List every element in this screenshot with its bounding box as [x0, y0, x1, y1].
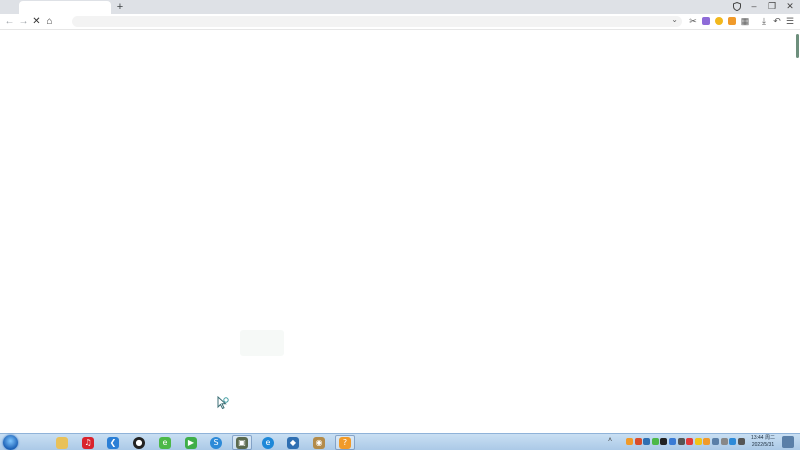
shield-icon[interactable] [729, 0, 745, 14]
file-explorer-icon [56, 436, 68, 449]
taskbar-app-button[interactable]: ◉ [309, 435, 329, 450]
clock-time: 13:44 周二 [751, 435, 775, 441]
stop-loading-button[interactable]: ✕ [30, 15, 43, 28]
tray-icon[interactable] [729, 438, 736, 445]
close-window-button[interactable]: ✕ [782, 0, 798, 14]
download-icon[interactable]: ⤓ [758, 15, 770, 28]
undo-icon[interactable]: ↶ [771, 15, 783, 28]
start-button[interactable] [3, 435, 18, 450]
clock-date: 2022/5/31 [751, 442, 775, 448]
media-player-icon: ▶ [185, 436, 197, 449]
extension-purple-icon[interactable] [702, 17, 710, 25]
taskbar-app-button[interactable]: ▶ [181, 435, 201, 450]
taskbar-app-button[interactable]: e [258, 435, 278, 450]
tray-icon[interactable] [635, 438, 642, 445]
taskbar-app-button[interactable]: e [155, 435, 175, 450]
owl-app-icon: ◉ [313, 436, 325, 449]
taskbar-app-button[interactable]: ● [129, 435, 149, 450]
home-button[interactable]: ⌂ [43, 15, 56, 28]
tray-icon[interactable] [669, 438, 676, 445]
back-button[interactable]: ← [3, 15, 16, 28]
taskbar-app-button[interactable]: ◆ [283, 435, 303, 450]
notification-icon[interactable] [782, 436, 794, 448]
page-content [0, 30, 800, 433]
faint-placeholder [240, 330, 284, 356]
windows-taskbar: ♫ ❮ ● e ▶ S ▣ e ◆ ◉? ˄ 13:44 周二 2022/5/31 [0, 433, 800, 450]
extension-orange-icon[interactable] [728, 17, 736, 25]
new-tab-button[interactable]: + [114, 0, 126, 14]
cut-icon[interactable]: ✂ [687, 15, 699, 28]
tray-icon[interactable] [643, 438, 650, 445]
tab-strip: + – ❐ ✕ [0, 0, 800, 14]
network-app-icon: ◆ [287, 436, 299, 449]
taskbar-app-button[interactable]: ? [335, 435, 355, 450]
obs-icon: ● [133, 436, 145, 449]
vscode-icon: ❮ [107, 436, 119, 449]
taskbar-app-button[interactable] [52, 435, 72, 450]
tray-icon[interactable] [703, 438, 710, 445]
taskbar-app-button[interactable]: ❮ [103, 435, 123, 450]
vertical-scrollbar[interactable] [796, 34, 799, 58]
menu-icon[interactable]: ☰ [784, 15, 796, 28]
taskbar-app-button[interactable]: ♫ [78, 435, 98, 450]
cursor-icon [217, 396, 229, 410]
green-app-icon: e [159, 436, 171, 449]
chevron-down-icon[interactable]: ⌄ [671, 15, 678, 24]
apps-grid-icon[interactable]: ▦ [739, 15, 751, 28]
tray-icon[interactable] [686, 438, 693, 445]
taskbar-app-button[interactable]: ▣ [232, 435, 252, 450]
restore-button[interactable]: ❐ [764, 0, 780, 14]
tray-icon[interactable] [721, 438, 728, 445]
tray-icon[interactable] [652, 438, 659, 445]
extension-yellow-icon[interactable] [715, 17, 723, 25]
tray-icon[interactable] [678, 438, 685, 445]
minimize-button[interactable]: – [746, 0, 762, 14]
tray-icon[interactable] [626, 438, 633, 445]
forward-button[interactable]: → [17, 15, 30, 28]
tray-icon[interactable] [660, 438, 667, 445]
tray-expand-icon[interactable]: ˄ [608, 437, 615, 444]
taskbar-app-button[interactable]: S [206, 435, 226, 450]
clock[interactable]: 13:44 周二 2022/5/31 [748, 435, 778, 449]
address-bar[interactable]: ⌄ [72, 15, 682, 27]
browser-app-icon: S [210, 436, 222, 449]
browser-toolbar: ← → ✕ ⌂ ⌄ ✂ ▦ ⤓ ↶ ☰ [0, 14, 800, 30]
netease-music-icon: ♫ [82, 436, 94, 449]
screen: + – ❐ ✕ ← → ✕ ⌂ ⌄ ✂ ▦ ⤓ ↶ ☰ ♫ ❮ ● e ▶ S … [0, 0, 800, 450]
edge-browser-icon: e [262, 436, 274, 449]
browser-tab[interactable] [19, 1, 111, 14]
tray-icon[interactable] [695, 438, 702, 445]
game-app-icon: ▣ [236, 436, 248, 449]
tray-icon[interactable] [738, 438, 745, 445]
help-app-icon: ? [339, 436, 351, 449]
tray-icon[interactable] [712, 438, 719, 445]
